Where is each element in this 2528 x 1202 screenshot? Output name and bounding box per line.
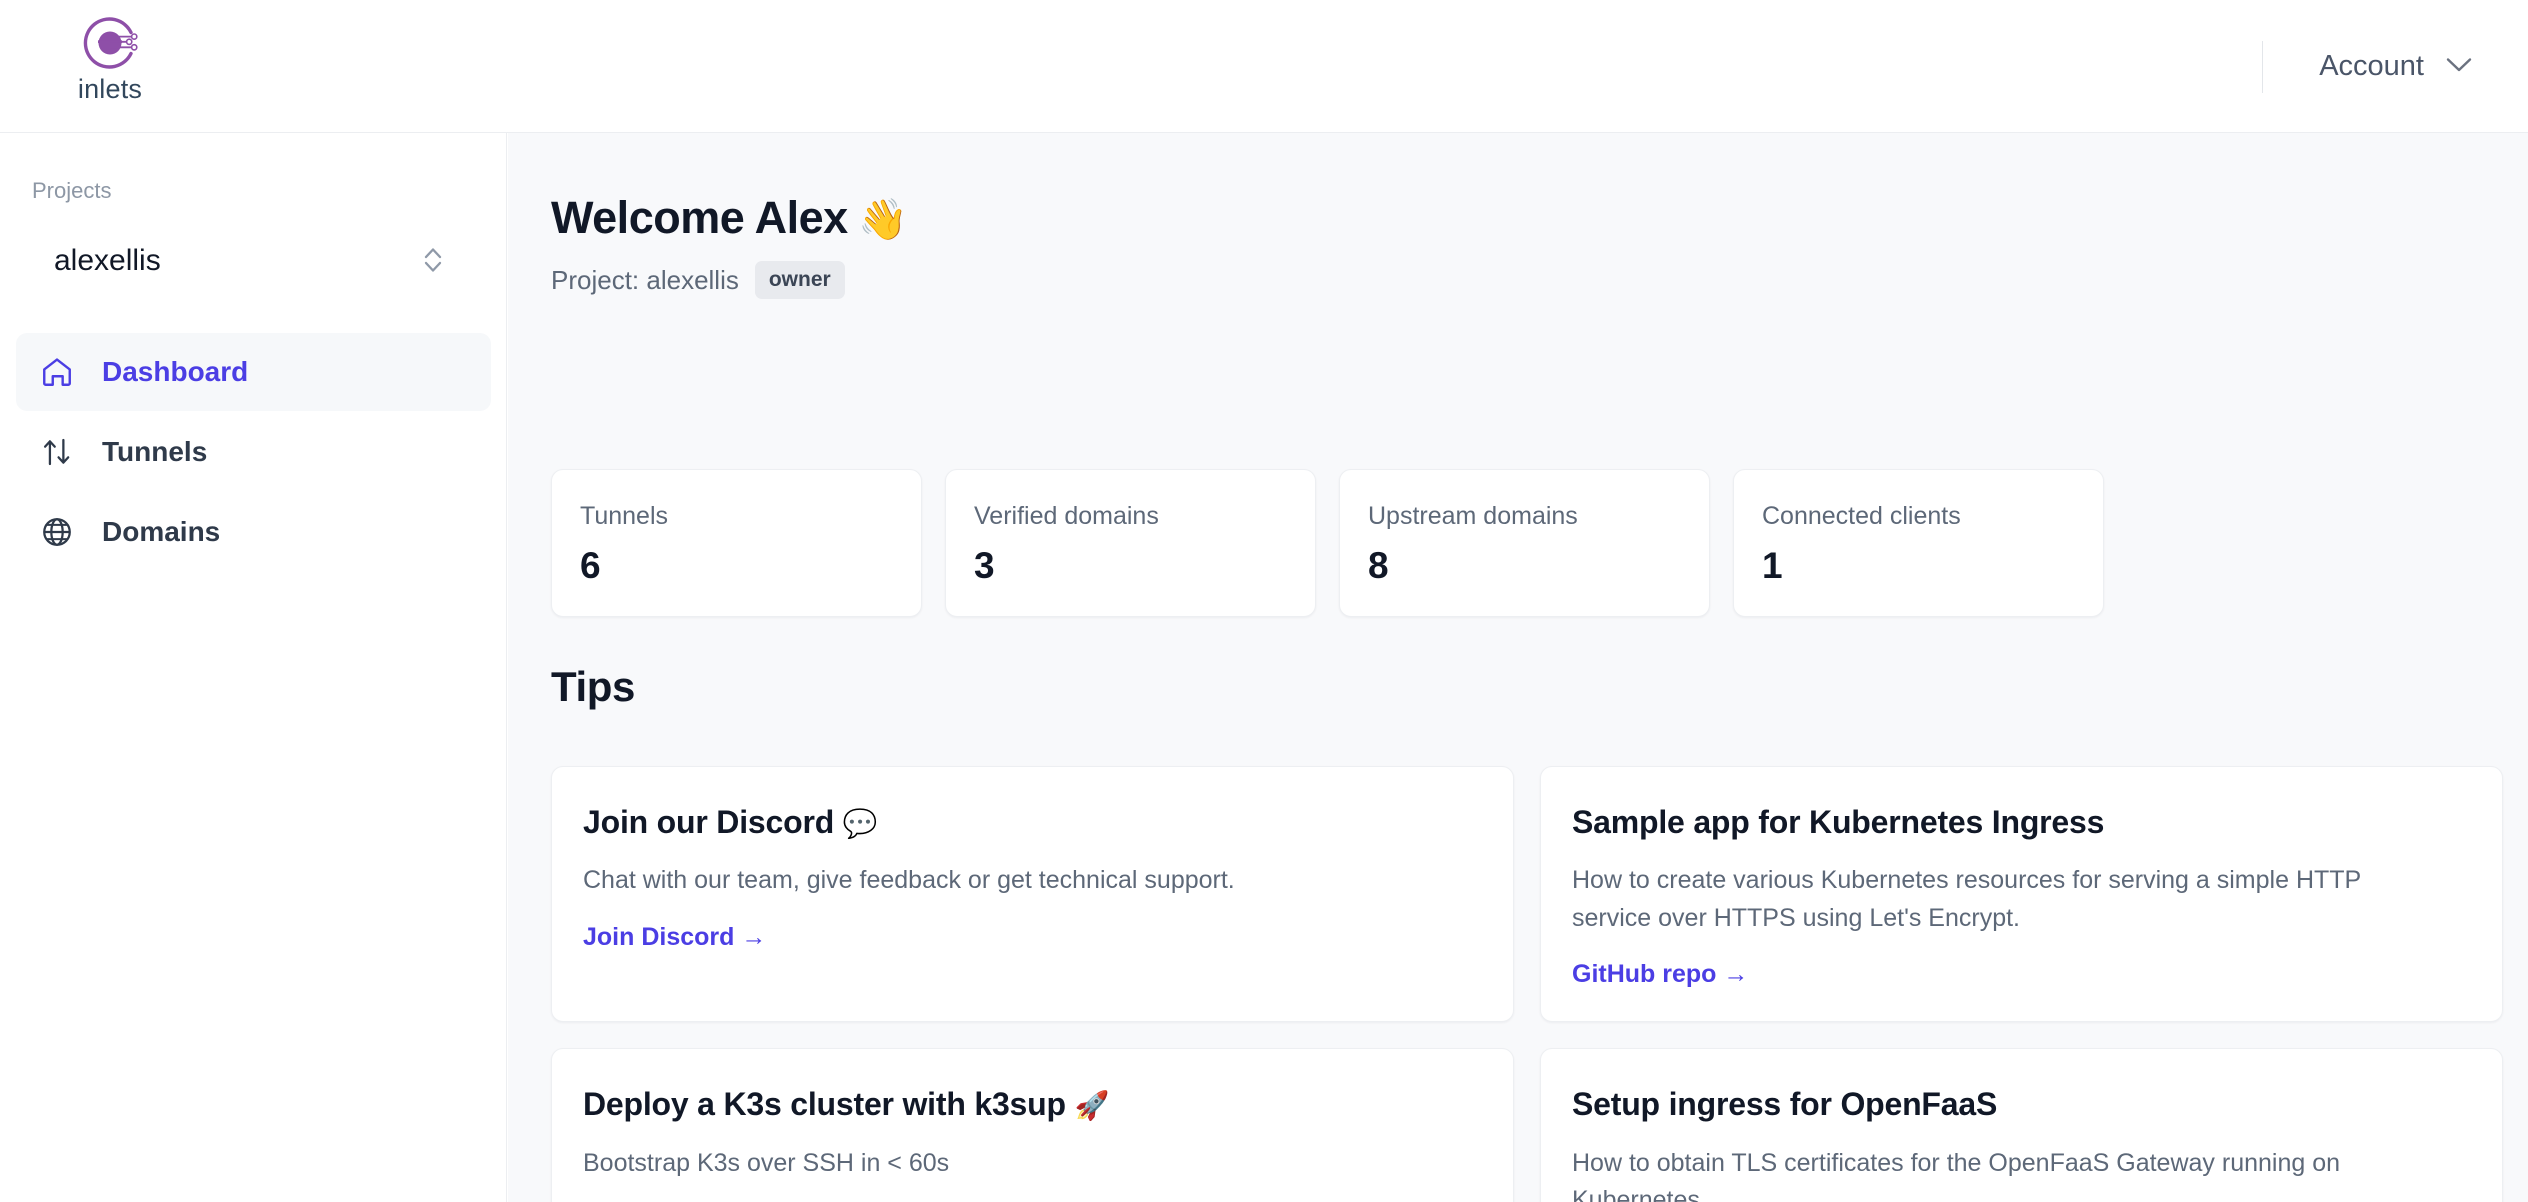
chevron-up-down-icon bbox=[422, 243, 444, 280]
tip-card-title: Deploy a K3s cluster with k3sup 🚀 bbox=[583, 1085, 1473, 1123]
top-bar: inlets Account bbox=[0, 0, 2528, 133]
sidebar-item-domains[interactable]: Domains bbox=[16, 493, 491, 571]
account-menu-label: Account bbox=[2319, 50, 2424, 82]
tip-card-title: Setup ingress for OpenFaaS bbox=[1572, 1085, 2462, 1123]
tip-card-title: Sample app for Kubernetes Ingress bbox=[1572, 803, 2462, 841]
sidebar: Projects alexellis Dashboard Tunnels Dom… bbox=[0, 133, 507, 1202]
tip-card-body: Bootstrap K3s over SSH in < 60s bbox=[583, 1148, 950, 1177]
sidebar-nav: Dashboard Tunnels Domains bbox=[16, 333, 491, 573]
stat-card-upstream-domains: Upstream domains 8 bbox=[1339, 469, 1710, 617]
stat-card-label: Tunnels bbox=[580, 502, 669, 530]
rocket-icon: 🚀 bbox=[1074, 1090, 1110, 1122]
stat-card-value: 8 bbox=[1368, 545, 1389, 586]
project-selector-value: alexellis bbox=[54, 244, 161, 277]
top-bar-right: Account bbox=[2262, 0, 2476, 133]
globe-icon bbox=[40, 515, 74, 549]
tip-card-k3sup: Deploy a K3s cluster with k3sup 🚀 Bootst… bbox=[551, 1048, 1514, 1202]
stat-card-label: Verified domains bbox=[974, 502, 1159, 530]
main-content: Welcome Alex 👋 Project: alexellis owner … bbox=[508, 133, 2528, 1202]
tip-card-body: Chat with our team, give feedback or get… bbox=[583, 866, 1235, 895]
tip-card-title: Join our Discord 💬 bbox=[583, 803, 1473, 841]
stat-card-value: 3 bbox=[974, 545, 995, 586]
tip-card-body: How to obtain TLS certificates for the O… bbox=[1572, 1148, 2341, 1202]
stat-card-value: 6 bbox=[580, 545, 601, 586]
sidebar-item-tunnels[interactable]: Tunnels bbox=[16, 413, 491, 491]
arrows-up-down-icon bbox=[40, 435, 74, 469]
tips-grid: Join our Discord 💬 Chat with our team, g… bbox=[551, 766, 2503, 1202]
tip-card-link[interactable]: Join Discord → bbox=[583, 924, 766, 950]
role-status-badge: owner bbox=[754, 261, 845, 299]
waving-hand-icon: 👋 bbox=[847, 198, 908, 242]
brand-wordmark: inlets bbox=[77, 74, 143, 104]
speech-balloon-icon: 💬 bbox=[842, 808, 878, 839]
page-title-text: Welcome Alex bbox=[551, 192, 848, 243]
tip-card-discord: Join our Discord 💬 Chat with our team, g… bbox=[551, 766, 1514, 1023]
project-selector[interactable]: alexellis bbox=[32, 231, 462, 291]
tip-card-title-text: Setup ingress for OpenFaaS bbox=[1572, 1086, 1998, 1123]
stat-card-verified-domains: Verified domains 3 bbox=[945, 469, 1316, 617]
project-subtitle-row: Project: alexellis owner bbox=[551, 261, 845, 299]
sidebar-item-tunnels-label: Tunnels bbox=[102, 436, 208, 467]
page-title: Welcome Alex 👋 bbox=[551, 193, 908, 243]
account-menu-button[interactable]: Account bbox=[2315, 46, 2476, 87]
stat-card-tunnels: Tunnels 6 bbox=[551, 469, 922, 617]
sidebar-item-dashboard[interactable]: Dashboard bbox=[16, 333, 491, 411]
tip-card-title-text: Deploy a K3s cluster with k3sup bbox=[583, 1086, 1066, 1123]
tip-card-body: How to create various Kubernetes resourc… bbox=[1572, 866, 2361, 932]
tip-card-kubernetes-ingress: Sample app for Kubernetes Ingress How to… bbox=[1540, 766, 2503, 1023]
stat-card-label: Upstream domains bbox=[1368, 502, 1578, 530]
tips-heading: Tips bbox=[551, 663, 635, 710]
sidebar-item-domains-label: Domains bbox=[102, 516, 221, 547]
home-icon bbox=[40, 355, 74, 389]
inlets-circuit-logo-icon bbox=[79, 12, 141, 74]
chevron-down-icon bbox=[2446, 57, 2472, 76]
stat-card-label: Connected clients bbox=[1762, 502, 1961, 530]
stat-card-value: 1 bbox=[1762, 545, 1783, 586]
stat-card-connected-clients: Connected clients 1 bbox=[1733, 469, 2104, 617]
tip-card-title-text: Join our Discord bbox=[583, 804, 835, 840]
tip-card-link[interactable]: GitHub repo → bbox=[1572, 962, 1748, 987]
project-subtitle: Project: alexellis bbox=[551, 265, 739, 295]
tip-card-title-text: Sample app for Kubernetes Ingress bbox=[1572, 804, 2105, 840]
brand-logo[interactable]: inlets bbox=[55, 12, 165, 103]
stats-cards: Tunnels 6 Verified domains 3 Upstream do… bbox=[551, 469, 2104, 617]
projects-section-label: Projects bbox=[32, 178, 112, 203]
sidebar-item-dashboard-label: Dashboard bbox=[102, 356, 249, 387]
tip-card-openfaas-ingress: Setup ingress for OpenFaaS How to obtain… bbox=[1540, 1048, 2503, 1202]
top-bar-divider bbox=[2262, 40, 2264, 93]
